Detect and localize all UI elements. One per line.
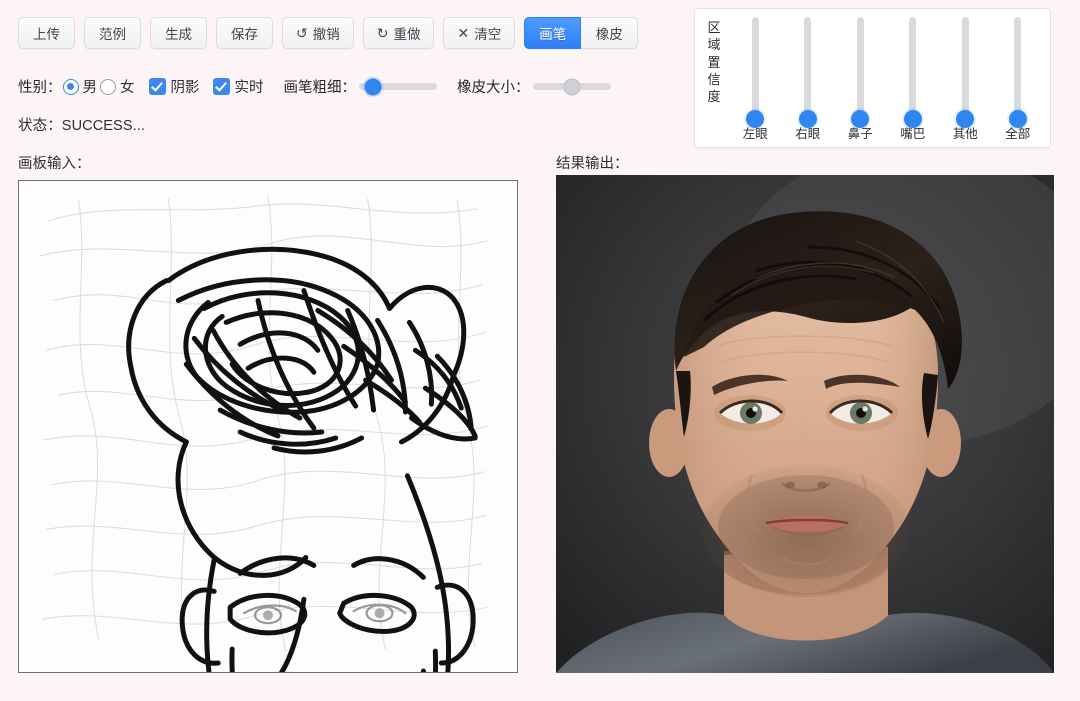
upload-button[interactable]: 上传: [18, 17, 75, 49]
example-button[interactable]: 范例: [84, 17, 141, 49]
status-text: 状态：SUCCESS...: [18, 114, 145, 135]
shadow-checkbox[interactable]: 阴影: [149, 76, 200, 97]
title-char: 信: [707, 71, 720, 88]
confidence-slider-left-eye: 左眼: [731, 17, 779, 142]
brush-size-slider-thumb[interactable]: [365, 78, 382, 95]
checkbox-checked-icon: [213, 78, 230, 95]
confidence-slider-thumb[interactable]: [1009, 110, 1027, 128]
brush-tool-button[interactable]: 画笔: [524, 17, 581, 49]
confidence-slider-thumb[interactable]: [956, 110, 974, 128]
confidence-slider-all: 全部: [994, 17, 1042, 142]
brush-size-label: 画笔粗细：: [284, 76, 357, 97]
gender-radio-male-label: 男: [83, 76, 98, 97]
toolbar: 上传 范例 生成 保存 ↺ 撤销 ↻ 重做 ✕ 清空 画笔 橡皮: [18, 17, 638, 49]
result-output-image: [556, 175, 1054, 673]
eraser-size-field: 橡皮大小：: [457, 76, 611, 97]
undo-button[interactable]: ↺ 撤销: [282, 17, 354, 49]
gender-radio-group: 男 女: [63, 76, 135, 97]
confidence-slider-thumb[interactable]: [746, 110, 764, 128]
confidence-slider-track[interactable]: [1014, 17, 1021, 119]
generate-button[interactable]: 生成: [150, 17, 207, 49]
undo-button-label: 撤销: [313, 23, 340, 43]
shadow-checkbox-label: 阴影: [171, 76, 200, 97]
undo-icon: ↺: [296, 26, 308, 40]
confidence-slider-thumb[interactable]: [851, 110, 869, 128]
eraser-tool-label: 橡皮: [596, 23, 623, 43]
eraser-size-slider[interactable]: [533, 83, 611, 90]
generated-face-photo: [556, 175, 1054, 673]
example-button-label: 范例: [99, 23, 126, 43]
confidence-slider-mouth: 嘴巴: [889, 17, 937, 142]
canvas-input-label: 画板输入：: [18, 152, 91, 173]
tool-toggle-group: 画笔 橡皮: [524, 17, 638, 49]
realtime-checkbox-label: 实时: [235, 76, 264, 97]
generate-button-label: 生成: [165, 23, 192, 43]
drawing-canvas[interactable]: [18, 180, 518, 673]
region-confidence-panel: 区 域 置 信 度 左眼 右眼 鼻子: [694, 8, 1051, 148]
clear-button[interactable]: ✕ 清空: [443, 17, 515, 49]
confidence-slider-track[interactable]: [857, 17, 864, 119]
radio-selected-icon: [63, 79, 79, 95]
redo-button[interactable]: ↻ 重做: [363, 17, 435, 49]
save-button[interactable]: 保存: [216, 17, 273, 49]
brush-tool-label: 画笔: [539, 23, 566, 43]
realtime-checkbox[interactable]: 实时: [213, 76, 264, 97]
checkbox-group: 阴影 实时: [149, 76, 264, 97]
confidence-slider-nose: 鼻子: [836, 17, 884, 142]
gender-radio-female-label: 女: [120, 76, 135, 97]
eraser-size-label: 橡皮大小：: [457, 76, 530, 97]
gender-radio-male[interactable]: 男: [63, 76, 98, 97]
clear-button-label: 清空: [474, 23, 501, 43]
options-row: 性别： 男 女 阴影 实时 画笔粗细：: [18, 76, 611, 97]
radio-unselected-icon: [100, 79, 116, 95]
title-char: 域: [707, 36, 720, 53]
confidence-slider-track[interactable]: [752, 17, 759, 119]
sketch-drawing: [19, 181, 517, 672]
gender-radio-female[interactable]: 女: [100, 76, 135, 97]
title-char: 置: [707, 54, 720, 71]
region-confidence-title: 区 域 置 信 度: [705, 19, 723, 105]
title-char: 度: [707, 88, 720, 105]
redo-button-label: 重做: [393, 23, 420, 43]
checkbox-checked-icon: [149, 78, 166, 95]
save-button-label: 保存: [231, 23, 258, 43]
title-char: 区: [707, 19, 720, 36]
confidence-slider-track[interactable]: [909, 17, 916, 119]
confidence-slider-thumb[interactable]: [904, 110, 922, 128]
brush-size-field: 画笔粗细：: [284, 76, 438, 97]
result-output-label: 结果输出：: [556, 152, 629, 173]
confidence-slider-track[interactable]: [804, 17, 811, 119]
close-icon: ✕: [457, 26, 469, 40]
eraser-tool-button[interactable]: 橡皮: [581, 17, 638, 49]
confidence-slider-thumb[interactable]: [799, 110, 817, 128]
upload-button-label: 上传: [33, 23, 60, 43]
app-root: 上传 范例 生成 保存 ↺ 撤销 ↻ 重做 ✕ 清空 画笔 橡皮: [0, 0, 1080, 701]
region-confidence-sliders: 左眼 右眼 鼻子 嘴巴: [729, 17, 1044, 142]
confidence-slider-right-eye: 右眼: [784, 17, 832, 142]
redo-icon: ↻: [377, 26, 389, 40]
brush-size-slider[interactable]: [359, 83, 437, 90]
gender-label: 性别：: [18, 76, 62, 97]
confidence-slider-track[interactable]: [962, 17, 969, 119]
confidence-slider-other: 其他: [941, 17, 989, 142]
eraser-size-slider-thumb[interactable]: [563, 78, 580, 95]
